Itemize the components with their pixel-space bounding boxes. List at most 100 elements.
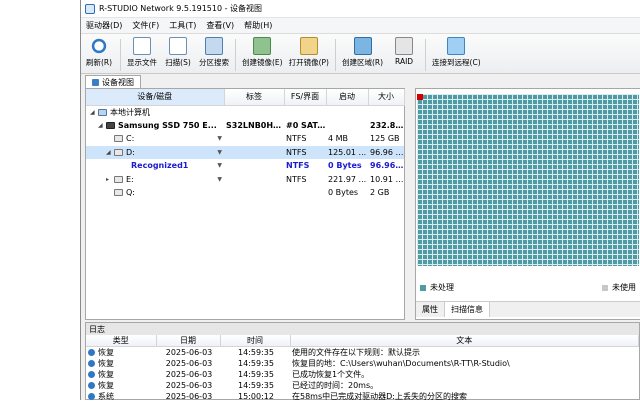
- expand-toggle-icon[interactable]: ◢: [106, 149, 112, 156]
- column-header-start[interactable]: 启动: [326, 89, 368, 105]
- log-time-cell: 15:00:12: [220, 391, 290, 402]
- log-column-date[interactable]: 日期: [156, 335, 220, 347]
- column-header-fs[interactable]: FS/界面: [284, 89, 326, 105]
- toolbar-separator: [120, 39, 121, 71]
- app-logo-icon: [85, 4, 95, 14]
- device-list-panel: 设备/磁盘 标签 FS/界面 启动 大小 ◢ 本地计算机 ◢ Samsung SSD …: [85, 88, 405, 320]
- log-column-text[interactable]: 文本: [290, 335, 639, 347]
- remote-connect-label: 连接到远程(C): [432, 57, 481, 68]
- chevron-down-icon[interactable]: ▼: [217, 149, 224, 156]
- device-row[interactable]: ◢Samsung SSD 750 E...S32LNB0H9...#0 SATA…: [86, 119, 404, 133]
- map-legend: 未处理 未使用: [420, 282, 636, 293]
- chevron-down-icon[interactable]: ▼: [217, 176, 224, 183]
- column-header-device[interactable]: 设备/磁盘: [86, 89, 224, 105]
- open-image-label: 打开镜像(P): [289, 57, 329, 68]
- tab-properties[interactable]: 属性: [416, 302, 445, 317]
- create-image-button[interactable]: 创建镜像(E): [239, 37, 286, 68]
- log-row[interactable]: 恢复2025-06-0314:59:35已经过的时间：20ms。: [86, 380, 639, 391]
- device-fs-cell: NTFS: [284, 146, 326, 160]
- device-row[interactable]: C:▼NTFS4 MB125 GB: [86, 132, 404, 146]
- expand-toggle-icon[interactable]: ▸: [106, 176, 112, 183]
- device-label-cell: [224, 186, 284, 200]
- device-row[interactable]: Q:0 Bytes2 GB: [86, 186, 404, 200]
- toolbar-separator: [425, 39, 426, 71]
- column-header-size[interactable]: 大小: [368, 89, 404, 105]
- device-name-cell[interactable]: ◢D:▼: [86, 146, 224, 160]
- log-time-cell: 14:59:35: [220, 380, 290, 391]
- ssd-icon: [106, 122, 115, 129]
- view-tabs: 设备视图: [81, 74, 640, 88]
- log-table-body: 恢复2025-06-0314:59:35使用的文件存在以下规则：默认提示恢复20…: [86, 347, 639, 402]
- map-tabs: 属性 扫描信息: [416, 301, 640, 317]
- log-row[interactable]: 系统2025-06-0315:00:12在58ms中已完成对驱动器D:上丢失的分…: [86, 391, 639, 402]
- device-start-cell: [326, 105, 368, 119]
- remote-connect-button[interactable]: 连接到远程(C): [429, 37, 484, 68]
- device-name: E:: [126, 175, 134, 184]
- device-fs-cell: [284, 105, 326, 119]
- log-text-cell: 在58ms中已完成对驱动器D:上丢失的分区的搜索: [290, 391, 639, 402]
- log-type: 恢复: [98, 370, 114, 379]
- menu-drive[interactable]: 驱动器(D): [81, 20, 127, 31]
- disk-block-map[interactable]: [417, 94, 639, 266]
- scan-label: 扫描(S): [165, 57, 191, 68]
- log-row[interactable]: 恢复2025-06-0314:59:35已成功恢复1个文件。: [86, 369, 639, 380]
- log-row[interactable]: 恢复2025-06-0314:59:35使用的文件存在以下规则：默认提示: [86, 347, 639, 359]
- device-size-cell: 232.89 ...: [368, 119, 404, 133]
- log-date-cell: 2025-06-03: [156, 358, 220, 369]
- unused-swatch: [602, 285, 608, 291]
- menu-view[interactable]: 查看(V): [201, 20, 239, 31]
- device-name-cell[interactable]: Q:: [86, 186, 224, 200]
- device-start-cell: 0 Bytes: [326, 159, 368, 173]
- computer-icon: [98, 109, 107, 116]
- info-icon: [88, 349, 95, 356]
- create-region-label: 创建区域(R): [342, 57, 383, 68]
- menu-file[interactable]: 文件(F): [127, 20, 164, 31]
- device-name-cell[interactable]: Recognized1 ▼: [86, 159, 224, 173]
- device-name-cell[interactable]: ▸ E: ▼: [86, 173, 224, 187]
- device-name-cell[interactable]: ◢ 本地计算机: [86, 105, 224, 119]
- show-files-icon: [133, 37, 151, 55]
- tab-device-view[interactable]: 设备视图: [85, 75, 141, 88]
- show-files-button[interactable]: 显示文件: [124, 37, 160, 68]
- tab-device-view-label: 设备视图: [102, 77, 134, 88]
- scan-button[interactable]: 扫描(S): [160, 37, 196, 68]
- device-row[interactable]: ◢D:▼NTFS125.01 ...96.96 GB: [86, 146, 404, 160]
- device-size-cell: 10.91 GB: [368, 173, 404, 187]
- log-text-cell: 使用的文件存在以下规则：默认提示: [290, 347, 639, 359]
- raid-button[interactable]: RAID: [386, 37, 422, 66]
- menu-tools[interactable]: 工具(T): [164, 20, 201, 31]
- expand-toggle-icon[interactable]: ◢: [98, 122, 104, 129]
- device-name-cell[interactable]: C:▼: [86, 132, 224, 146]
- log-type: 恢复: [98, 359, 114, 368]
- device-name: 本地计算机: [110, 107, 150, 118]
- chevron-down-icon[interactable]: ▼: [217, 135, 224, 142]
- expand-toggle-icon[interactable]: ◢: [90, 109, 96, 116]
- open-image-button[interactable]: 打开镜像(P): [286, 37, 332, 68]
- device-row[interactable]: Recognized1▼NTFS0 Bytes96.96 GB: [86, 159, 404, 173]
- log-column-type[interactable]: 类型: [86, 335, 156, 347]
- chevron-down-icon[interactable]: ▼: [217, 162, 224, 169]
- log-column-time[interactable]: 时间: [220, 335, 290, 347]
- create-region-button[interactable]: 创建区域(R): [339, 37, 386, 68]
- partition-search-button[interactable]: 分区搜索: [196, 37, 232, 68]
- toolbar-separator: [335, 39, 336, 71]
- log-time-cell: 14:59:35: [220, 347, 290, 359]
- menu-help[interactable]: 帮助(H): [239, 20, 277, 31]
- scan-icon: [169, 37, 187, 55]
- device-fs-cell: NTFS: [284, 159, 326, 173]
- device-row[interactable]: ▸E:▼NTFS221.97 ...10.91 GB: [86, 173, 404, 187]
- device-size-cell: [368, 105, 404, 119]
- device-name-cell[interactable]: ◢ Samsung SSD 750 E...: [86, 119, 224, 133]
- device-label-cell: S32LNB0H9...: [224, 119, 284, 133]
- device-name: Samsung SSD 750 E...: [118, 121, 217, 130]
- log-row[interactable]: 恢复2025-06-0314:59:35恢复目的地：C:\Users\wuhan…: [86, 358, 639, 369]
- column-header-label[interactable]: 标签: [224, 89, 284, 105]
- device-name: Recognized1: [131, 161, 188, 170]
- device-table-body: ◢本地计算机◢Samsung SSD 750 E...S32LNB0H9...#…: [86, 105, 404, 200]
- device-row[interactable]: ◢ 本地计算机: [86, 105, 404, 119]
- refresh-button[interactable]: 刷新(R): [81, 37, 117, 68]
- legend-unprocessed-label: 未处理: [430, 283, 454, 292]
- tab-scan-info[interactable]: 扫描信息: [445, 302, 490, 317]
- log-type-cell: 系统: [86, 391, 156, 402]
- current-block-marker: [417, 94, 423, 100]
